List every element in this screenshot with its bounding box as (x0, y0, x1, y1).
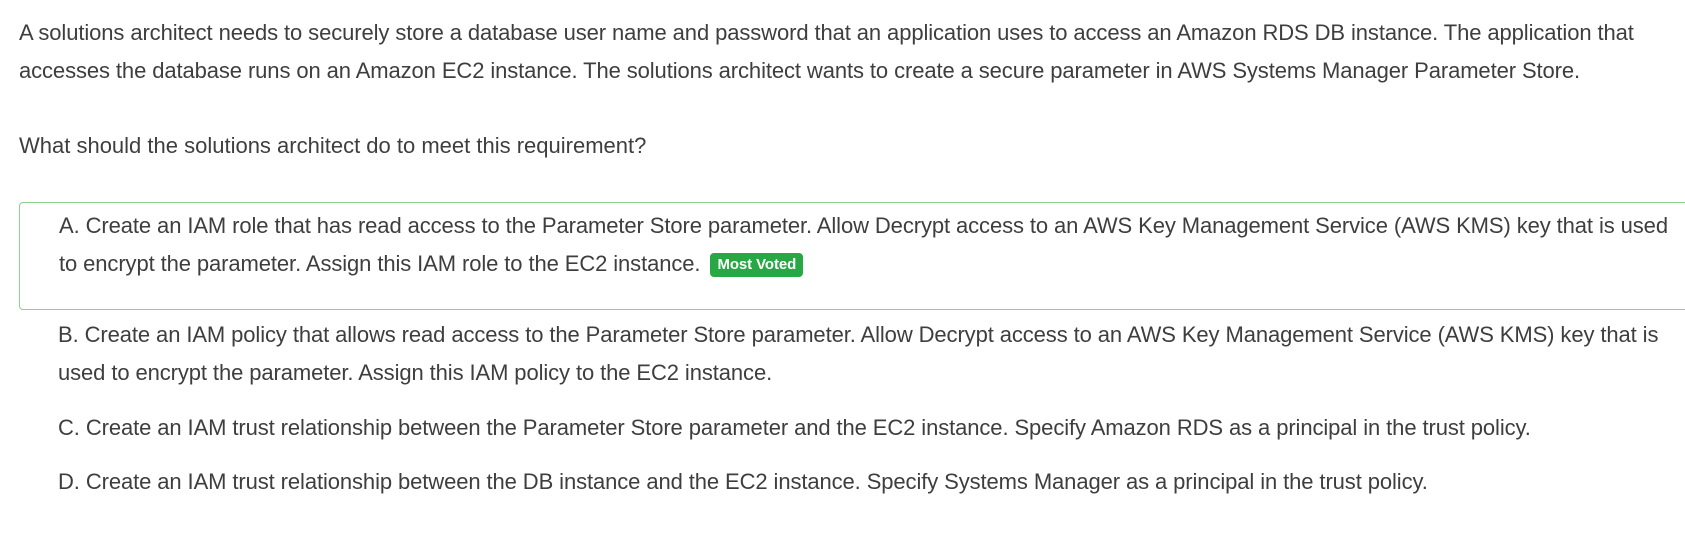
choice-c[interactable]: C. Create an IAM trust relationship betw… (19, 409, 1685, 447)
choice-b[interactable]: B. Create an IAM policy that allows read… (19, 316, 1685, 392)
choice-d[interactable]: D. Create an IAM trust relationship betw… (19, 463, 1685, 501)
choice-text: Create an IAM role that has read access … (59, 213, 1668, 276)
most-voted-badge: Most Voted (710, 253, 804, 277)
choice-text: Create an IAM trust relationship between… (85, 415, 1531, 440)
choice-text: Create an IAM policy that allows read ac… (58, 322, 1659, 385)
question-prompt: What should the solutions architect do t… (19, 133, 647, 158)
choice-letter: B. (58, 322, 79, 347)
question-card: A solutions architect needs to securely … (0, 0, 1685, 540)
choice-text: Create an IAM trust relationship between… (85, 469, 1428, 494)
choice-a[interactable]: A. Create an IAM role that has read acce… (19, 202, 1685, 310)
question-text: A solutions architect needs to securely … (19, 20, 1634, 83)
choice-letter: D. (58, 469, 80, 494)
choice-letter: A. (59, 213, 80, 238)
choice-letter: C. (58, 415, 80, 440)
